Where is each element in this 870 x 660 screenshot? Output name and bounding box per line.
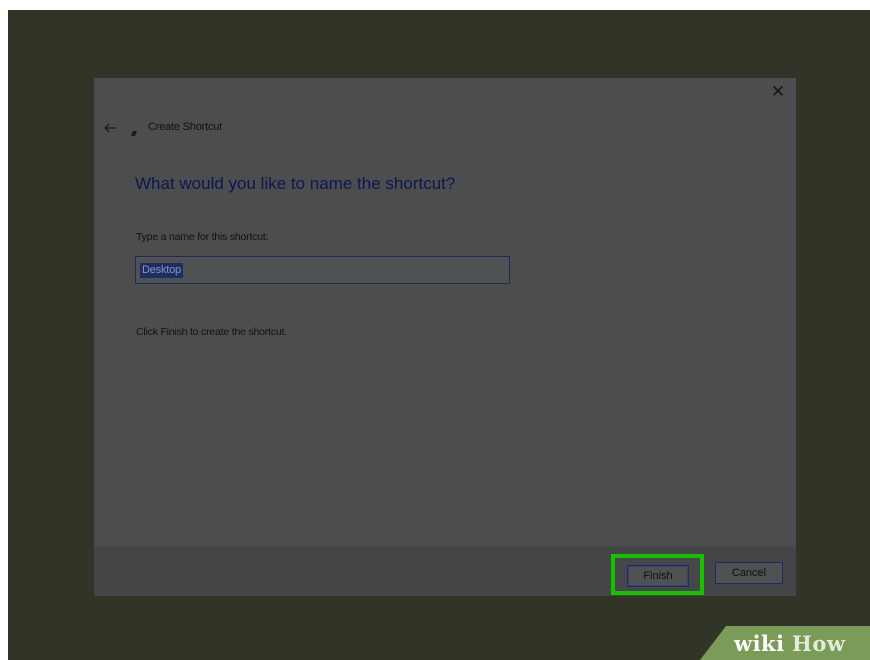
finish-instruction: Click Finish to create the shortcut. (136, 326, 287, 338)
close-icon: ✕ (770, 82, 786, 101)
back-arrow-icon (104, 123, 116, 133)
dialog-footer: Finish Cancel (94, 546, 796, 596)
page-heading: What would you like to name the shortcut… (135, 174, 456, 193)
cancel-button[interactable]: Cancel (715, 562, 783, 584)
shortcut-name-value: Desktop (140, 263, 183, 278)
watermark-how: How (792, 631, 846, 656)
close-button[interactable]: ✕ (770, 82, 786, 101)
name-field-label: Type a name for this shortcut: (136, 231, 269, 243)
screenshot-frame: ✕ Create Shortcut What would you like to… (8, 10, 870, 660)
finish-highlight-box: Finish (611, 554, 704, 595)
dialog-title: Create Shortcut (148, 121, 223, 133)
shortcut-name-input[interactable]: Desktop (135, 256, 510, 284)
wikihow-watermark: wiki How (700, 626, 870, 660)
shortcut-icon (131, 131, 137, 136)
back-button[interactable] (102, 120, 118, 136)
create-shortcut-dialog: ✕ Create Shortcut What would you like to… (94, 78, 796, 596)
finish-button[interactable]: Finish (627, 565, 689, 587)
watermark-wiki: wiki (734, 631, 785, 656)
